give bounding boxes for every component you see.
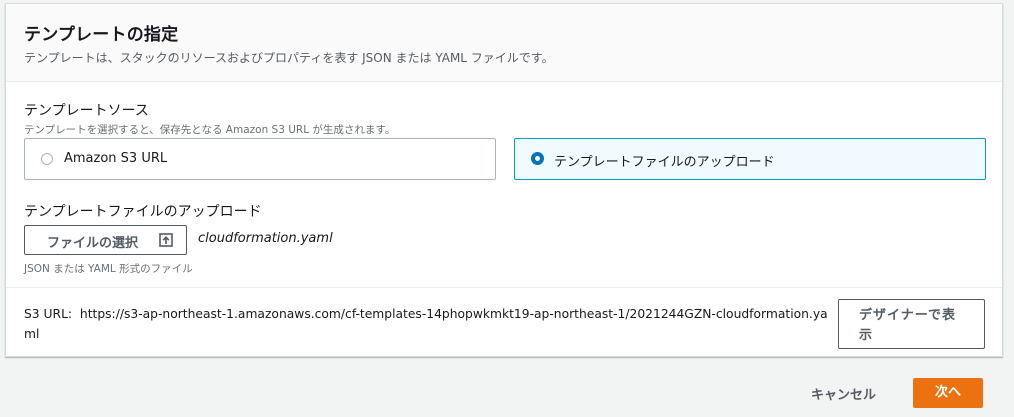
file-format-hint: JSON または YAML 形式のファイル — [24, 263, 193, 275]
view-in-designer-button-label: デザイナーで表示 — [859, 308, 956, 343]
radio-unselected-icon[interactable] — [41, 153, 53, 165]
next-button[interactable]: 次へ — [913, 378, 983, 408]
choose-file-button[interactable]: ファイルの選択 — [24, 225, 187, 255]
panel-title: テンプレートの指定 — [24, 25, 179, 45]
s3-url-text: S3 URL: https://s3-ap-northeast-1.amazon… — [24, 304, 836, 344]
radio-option-label: Amazon S3 URL — [64, 151, 168, 166]
s3-url-prefix: S3 URL: — [24, 307, 73, 321]
radio-option-upload-template-file[interactable]: テンプレートファイルのアップロード — [514, 138, 986, 180]
choose-file-button-label: ファイルの選択 — [47, 236, 139, 251]
radio-option-amazon-s3-url[interactable]: Amazon S3 URL — [24, 138, 496, 180]
template-source-label: テンプレートソース — [24, 103, 149, 119]
view-in-designer-button[interactable]: デザイナーで表示 — [838, 299, 985, 349]
radio-selected-icon[interactable] — [531, 152, 544, 165]
selected-file-name: cloudformation.yaml — [198, 231, 333, 246]
s3-url-value: https://s3-ap-northeast-1.amazonaws.com/… — [24, 307, 828, 341]
panel-description: テンプレートは、スタックのリソースおよびプロパティを表す JSON または YA… — [24, 51, 554, 65]
radio-option-label: テンプレートファイルのアップロード — [554, 155, 775, 170]
panel-header: テンプレートの指定 テンプレートは、スタックのリソースおよびプロパティを表す J… — [6, 4, 1002, 82]
template-source-hint: テンプレートを選択すると、保存先となる Amazon S3 URL が生成されま… — [24, 124, 396, 136]
upload-template-label: テンプレートファイルのアップロード — [24, 204, 262, 220]
divider — [6, 287, 1002, 288]
cancel-button[interactable]: キャンセル — [811, 384, 876, 403]
specify-template-panel: テンプレートの指定 テンプレートは、スタックのリソースおよびプロパティを表す J… — [5, 3, 1003, 357]
upload-icon — [159, 233, 173, 247]
